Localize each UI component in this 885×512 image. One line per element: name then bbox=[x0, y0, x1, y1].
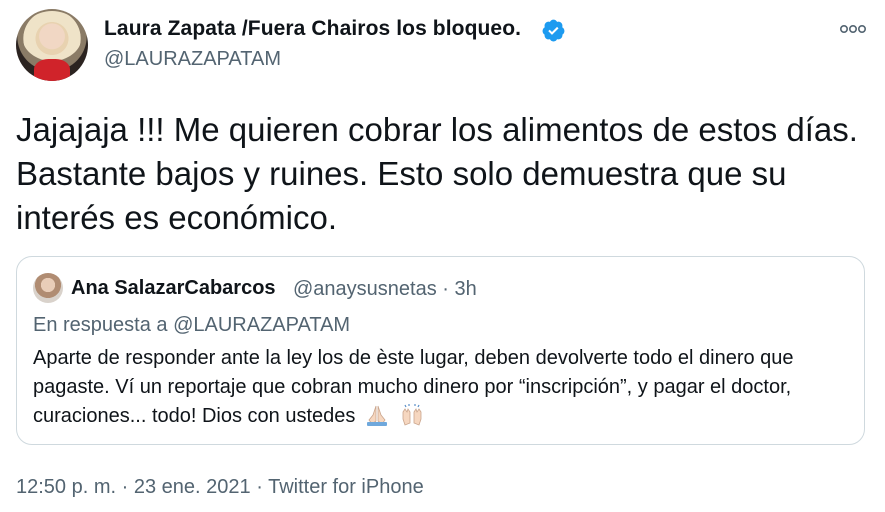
reply-prefix: En respuesta a bbox=[33, 314, 168, 336]
tweet-date[interactable]: 23 ene. 2021 bbox=[134, 476, 251, 498]
quoted-time[interactable]: 3h bbox=[455, 278, 477, 300]
tweet-footer: 12:50 p. m. · 23 ene. 2021 · Twitter for… bbox=[16, 476, 424, 499]
meta-separator: · bbox=[442, 278, 449, 300]
tweet-time[interactable]: 12:50 p. m. bbox=[16, 476, 116, 498]
quoted-tweet[interactable]: Ana SalazarCabarcos @anaysusnetas · 3h E… bbox=[16, 256, 865, 445]
reply-context: En respuesta a @LAURAZAPATAM bbox=[33, 314, 350, 337]
more-options-icon[interactable] bbox=[839, 21, 867, 37]
avatar-shirt bbox=[34, 59, 70, 81]
raising-hands-emoji-icon bbox=[402, 404, 421, 426]
footer-separator: · bbox=[121, 476, 129, 498]
footer-separator: · bbox=[256, 476, 263, 498]
quoted-author-name[interactable]: Ana SalazarCabarcos bbox=[71, 277, 276, 300]
author-avatar[interactable] bbox=[16, 9, 88, 81]
tweet-card: Laura Zapata /Fuera Chairos los bloqueo.… bbox=[0, 0, 885, 512]
reply-to-handle[interactable]: @LAURAZAPATAM bbox=[173, 314, 350, 336]
quoted-author-meta: @anaysusnetas · 3h bbox=[293, 278, 477, 301]
quoted-text-block: Aparte de responder ante la ley los de è… bbox=[33, 344, 853, 431]
quoted-author-avatar[interactable] bbox=[33, 273, 63, 303]
avatar-hair bbox=[22, 11, 82, 61]
tweet-source[interactable]: Twitter for iPhone bbox=[268, 476, 424, 498]
author-display-name[interactable]: Laura Zapata /Fuera Chairos los bloqueo. bbox=[104, 17, 521, 41]
folded-hands-emoji-icon bbox=[366, 405, 387, 426]
author-handle[interactable]: @LAURAZAPATAM bbox=[104, 48, 281, 71]
tweet-text: Jajajaja !!! Me quieren cobrar los alime… bbox=[16, 111, 858, 236]
verified-badge-icon bbox=[542, 19, 565, 42]
quoted-author-handle[interactable]: @anaysusnetas bbox=[293, 278, 437, 300]
